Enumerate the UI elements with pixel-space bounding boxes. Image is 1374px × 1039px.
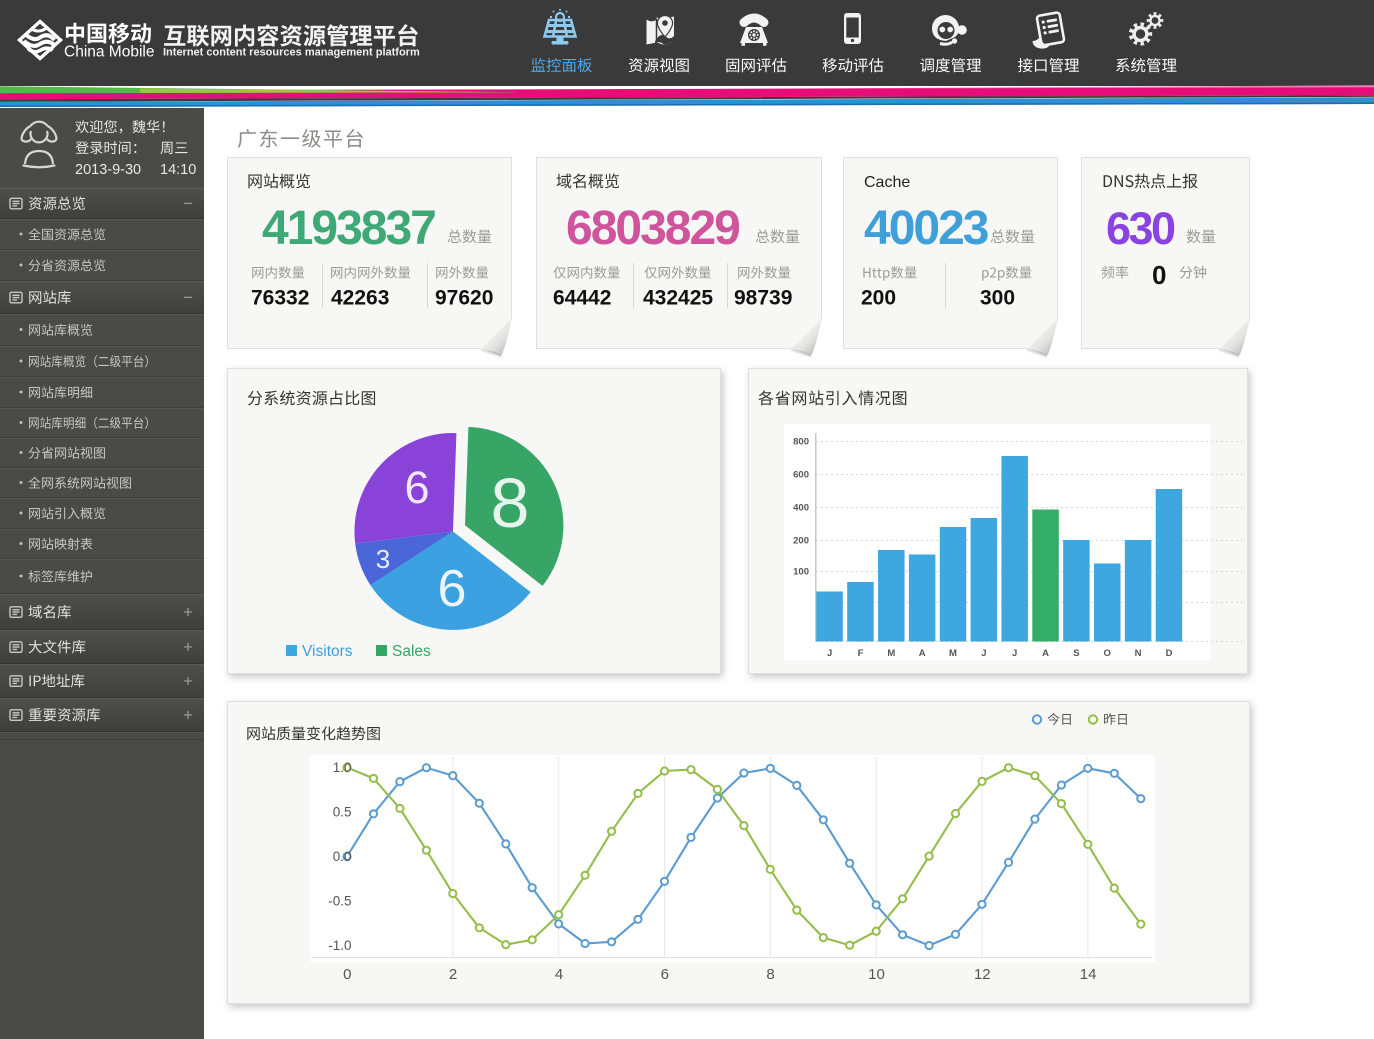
- svg-text:N: N: [1135, 648, 1142, 659]
- svg-text:China Mobile: China Mobile: [64, 44, 154, 61]
- svg-text:40023: 40023: [864, 202, 988, 255]
- svg-text:S: S: [1073, 648, 1079, 659]
- svg-text:A: A: [919, 648, 926, 659]
- svg-text:8: 8: [491, 464, 530, 542]
- svg-text:4193837: 4193837: [262, 202, 435, 255]
- svg-text:100: 100: [793, 567, 809, 578]
- svg-text:2013-9-30: 2013-9-30: [75, 162, 141, 178]
- svg-text:+: +: [183, 638, 193, 657]
- svg-text:4: 4: [555, 966, 563, 983]
- svg-text:42263: 42263: [331, 287, 389, 310]
- svg-text:432425: 432425: [643, 287, 713, 310]
- svg-text:+: +: [183, 706, 193, 725]
- svg-text:+: +: [183, 603, 193, 622]
- svg-text:12: 12: [974, 966, 991, 983]
- svg-text:200: 200: [793, 536, 809, 547]
- svg-text:0: 0: [343, 966, 351, 983]
- svg-text:200: 200: [861, 287, 896, 310]
- svg-text:2: 2: [449, 966, 457, 983]
- svg-text:M: M: [887, 648, 895, 659]
- svg-text:-1.0: -1.0: [328, 938, 351, 953]
- svg-text:400: 400: [793, 503, 809, 514]
- svg-text:J: J: [981, 648, 986, 659]
- svg-text:0.0: 0.0: [333, 849, 352, 864]
- svg-text:6: 6: [438, 560, 467, 618]
- svg-text:3: 3: [376, 544, 390, 574]
- svg-text:630: 630: [1106, 203, 1175, 254]
- svg-text:J: J: [1012, 648, 1017, 659]
- svg-text:−: −: [183, 288, 193, 307]
- svg-text:6: 6: [404, 462, 429, 513]
- svg-text:14:10: 14:10: [160, 162, 196, 178]
- svg-text:Sales: Sales: [392, 643, 431, 660]
- svg-text:0: 0: [1152, 260, 1166, 290]
- svg-text:M: M: [949, 648, 957, 659]
- svg-text:1.0: 1.0: [333, 760, 352, 775]
- svg-text:-0.5: -0.5: [328, 894, 351, 909]
- svg-text:D: D: [1166, 648, 1173, 659]
- svg-text:97620: 97620: [435, 287, 493, 310]
- svg-text:A: A: [1042, 648, 1049, 659]
- svg-text:6803829: 6803829: [566, 202, 739, 255]
- svg-text:O: O: [1104, 648, 1111, 659]
- svg-text:F: F: [858, 648, 864, 659]
- svg-text:Cache: Cache: [864, 174, 910, 191]
- svg-text:10: 10: [868, 966, 885, 983]
- svg-text:800: 800: [793, 437, 809, 448]
- svg-text:98739: 98739: [734, 287, 792, 310]
- svg-text:6: 6: [661, 966, 669, 983]
- svg-text:8: 8: [766, 966, 774, 983]
- svg-text:+: +: [183, 672, 193, 691]
- svg-text:14: 14: [1080, 966, 1097, 983]
- svg-text:600: 600: [793, 470, 809, 481]
- svg-text:Internet content resources man: Internet content resources management pl…: [163, 47, 420, 59]
- svg-text:300: 300: [980, 287, 1015, 310]
- svg-text:0.5: 0.5: [333, 805, 352, 820]
- svg-text:J: J: [827, 648, 832, 659]
- svg-text:Visitors: Visitors: [302, 643, 353, 660]
- svg-text:64442: 64442: [553, 287, 611, 310]
- svg-text:76332: 76332: [251, 287, 309, 310]
- svg-text:−: −: [183, 194, 193, 213]
